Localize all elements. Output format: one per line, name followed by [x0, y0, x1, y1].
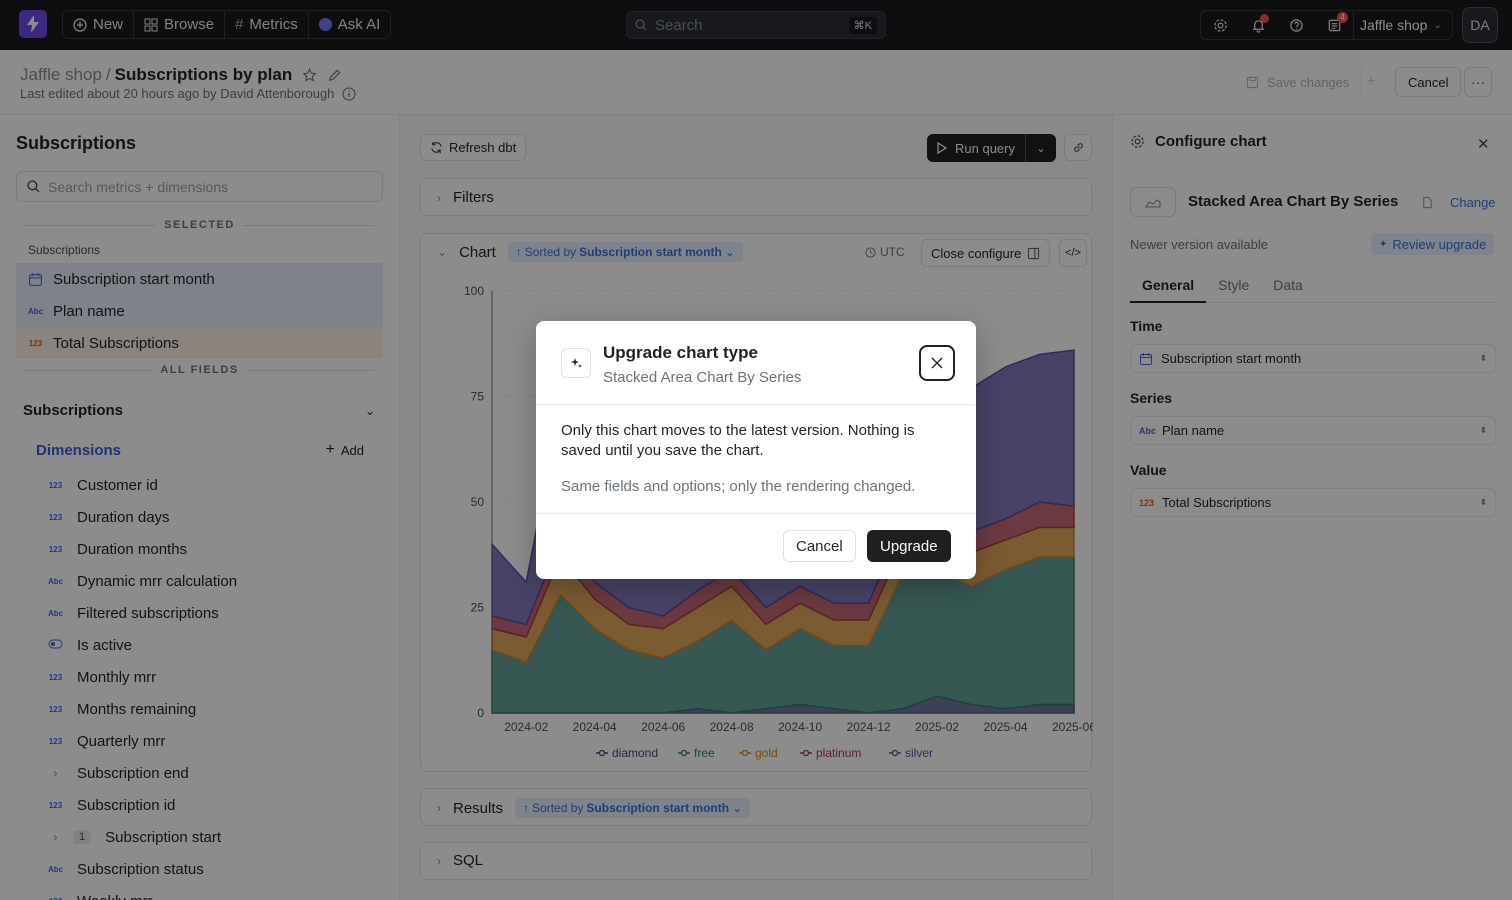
- modal-body-text: Only this chart moves to the latest vers…: [561, 422, 915, 459]
- modal-cancel-button[interactable]: Cancel: [783, 530, 856, 562]
- upgrade-chart-modal: Upgrade chart type Stacked Area Chart By…: [536, 321, 976, 579]
- modal-title: Upgrade chart type: [603, 343, 758, 362]
- close-icon: [931, 357, 943, 369]
- sparkle-icon: [561, 348, 591, 378]
- modal-divider: [536, 513, 976, 514]
- modal-upgrade-button[interactable]: Upgrade: [867, 530, 951, 562]
- modal-divider: [536, 404, 976, 405]
- modal-subtitle: Stacked Area Chart By Series: [603, 369, 802, 386]
- modal-note-text: Same fields and options; only the render…: [561, 478, 916, 495]
- modal-close-button[interactable]: [919, 345, 955, 381]
